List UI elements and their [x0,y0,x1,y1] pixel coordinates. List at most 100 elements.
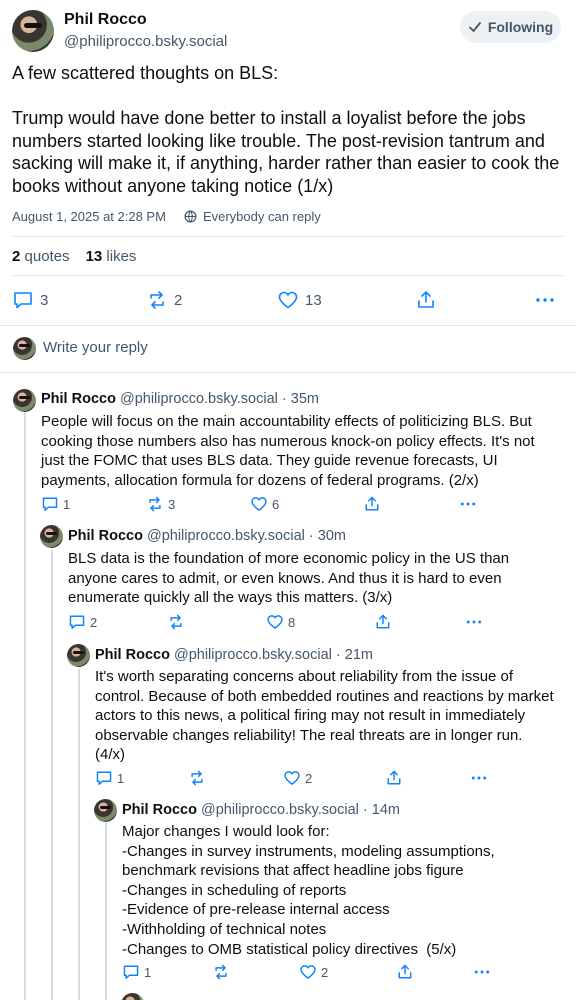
more-options-button[interactable] [534,289,556,311]
reply-count: 1 [144,964,152,980]
reply-action-bar: 1 2 [95,769,565,787]
reply-count: 3 [40,291,49,309]
reply-author-avatar[interactable] [13,389,36,412]
like-icon [250,495,268,513]
quotes-stat[interactable]: 2 quotes [12,248,70,265]
repost-count: 3 [168,496,176,512]
reply-handle-time[interactable]: @philiprocco.bsky.social · 35m [120,391,319,407]
reply-action-bar: 2 8 [68,613,558,631]
reply-header: Phil Rocco @philiprocco.bsky.social · 21… [95,647,373,663]
author-avatar[interactable] [12,10,54,52]
like-button[interactable]: 8 [266,613,295,631]
post-meta: August 1, 2025 at 2:28 PM Everybody can … [12,209,321,224]
share-icon [374,613,392,631]
likes-stat[interactable]: 13 likes [86,248,137,265]
reply-button[interactable]: 2 [68,613,97,631]
reply-button[interactable]: 3 [12,289,48,311]
author-name[interactable]: Phil Rocco [64,11,147,29]
share-button[interactable] [374,613,392,631]
share-icon [396,963,414,981]
thread-line [78,669,80,1000]
more-icon [459,495,477,513]
reply-handle-time[interactable]: @philiprocco.bsky.social · 14m [201,802,400,818]
thread-line [24,413,26,1000]
repost-icon [146,289,168,311]
reply-icon [41,495,59,513]
repost-count: 2 [174,291,183,309]
my-avatar [13,337,36,360]
like-icon [283,769,301,787]
share-button[interactable] [363,495,381,513]
reply-author-avatar[interactable] [40,525,63,548]
reply-icon [12,289,34,311]
like-count: 8 [288,614,296,630]
reply-input[interactable]: Write your reply [43,339,148,356]
share-button[interactable] [396,963,414,981]
reply-author-name[interactable]: Phil Rocco [95,647,170,663]
reply-author-avatar[interactable] [94,799,117,822]
repost-button[interactable] [188,769,206,787]
divider [0,325,576,326]
like-count: 2 [305,770,313,786]
reply-button[interactable]: 1 [122,963,151,981]
repost-button[interactable] [167,613,185,631]
reply-author-name[interactable]: Phil Rocco [41,391,116,407]
reply-action-bar: 1 3 6 [41,495,561,513]
following-button[interactable]: Following [460,11,561,43]
reply-icon [122,963,140,981]
following-label: Following [487,19,554,35]
more-options-button[interactable] [465,613,483,631]
reply-icon [68,613,86,631]
post-text: A few scattered thoughts on BLS: Trump w… [12,63,560,196]
like-button[interactable]: 2 [283,769,312,787]
reply-author-name[interactable]: Phil Rocco [122,802,197,818]
like-icon [277,289,299,311]
author-handle[interactable]: @philiprocco.bsky.social [64,33,227,50]
repost-icon [212,963,230,981]
repost-button[interactable]: 2 [146,289,182,311]
more-options-button[interactable] [470,769,488,787]
reply-icon [95,769,113,787]
divider [12,236,564,237]
globe-icon [184,210,197,223]
reply-count: 1 [117,770,125,786]
like-button[interactable]: 6 [250,495,279,513]
like-button[interactable]: 13 [277,289,322,311]
reply-author-avatar[interactable] [121,993,144,1000]
post-timestamp[interactable]: August 1, 2025 at 2:28 PM [12,209,166,224]
reply-header: Phil Rocco @philiprocco.bsky.social · 30… [68,528,346,544]
thread-line [105,823,107,1000]
like-icon [299,963,317,981]
more-options-button[interactable] [473,963,491,981]
more-options-button[interactable] [459,495,477,513]
share-button[interactable] [385,769,403,787]
reply-handle-time[interactable]: @philiprocco.bsky.social · 21m [174,647,373,663]
share-button[interactable] [415,289,437,311]
reply-button[interactable]: 1 [41,495,70,513]
reply-button[interactable]: 1 [95,769,124,787]
repost-icon [167,613,185,631]
repost-button[interactable]: 3 [146,495,175,513]
post-stats: 2 quotes 13 likes [12,248,136,265]
thread-line [51,550,53,1000]
more-icon [473,963,491,981]
divider [12,275,564,276]
like-icon [266,613,284,631]
more-icon [470,769,488,787]
reply-handle-time[interactable]: @philiprocco.bsky.social · 30m [147,528,346,544]
reply-header: Phil Rocco @philiprocco.bsky.social · 35… [41,391,319,407]
reply-text: People will focus on the main accountabi… [41,413,539,489]
reply-header: Phil Rocco @philiprocco.bsky.social · 14… [122,802,400,818]
reply-author-avatar[interactable] [67,644,90,667]
repost-button[interactable] [212,963,230,981]
like-count: 13 [305,291,322,309]
repost-icon [188,769,206,787]
like-button[interactable]: 2 [299,963,328,981]
like-count: 2 [321,964,329,980]
reply-text: It's worth separating concerns about rel… [95,668,558,764]
reply-count: 2 [90,614,98,630]
reply-visibility[interactable]: Everybody can reply [203,209,321,224]
reply-text: BLS data is the foundation of more econo… [68,550,514,607]
like-count: 6 [272,496,280,512]
reply-author-name[interactable]: Phil Rocco [68,528,143,544]
